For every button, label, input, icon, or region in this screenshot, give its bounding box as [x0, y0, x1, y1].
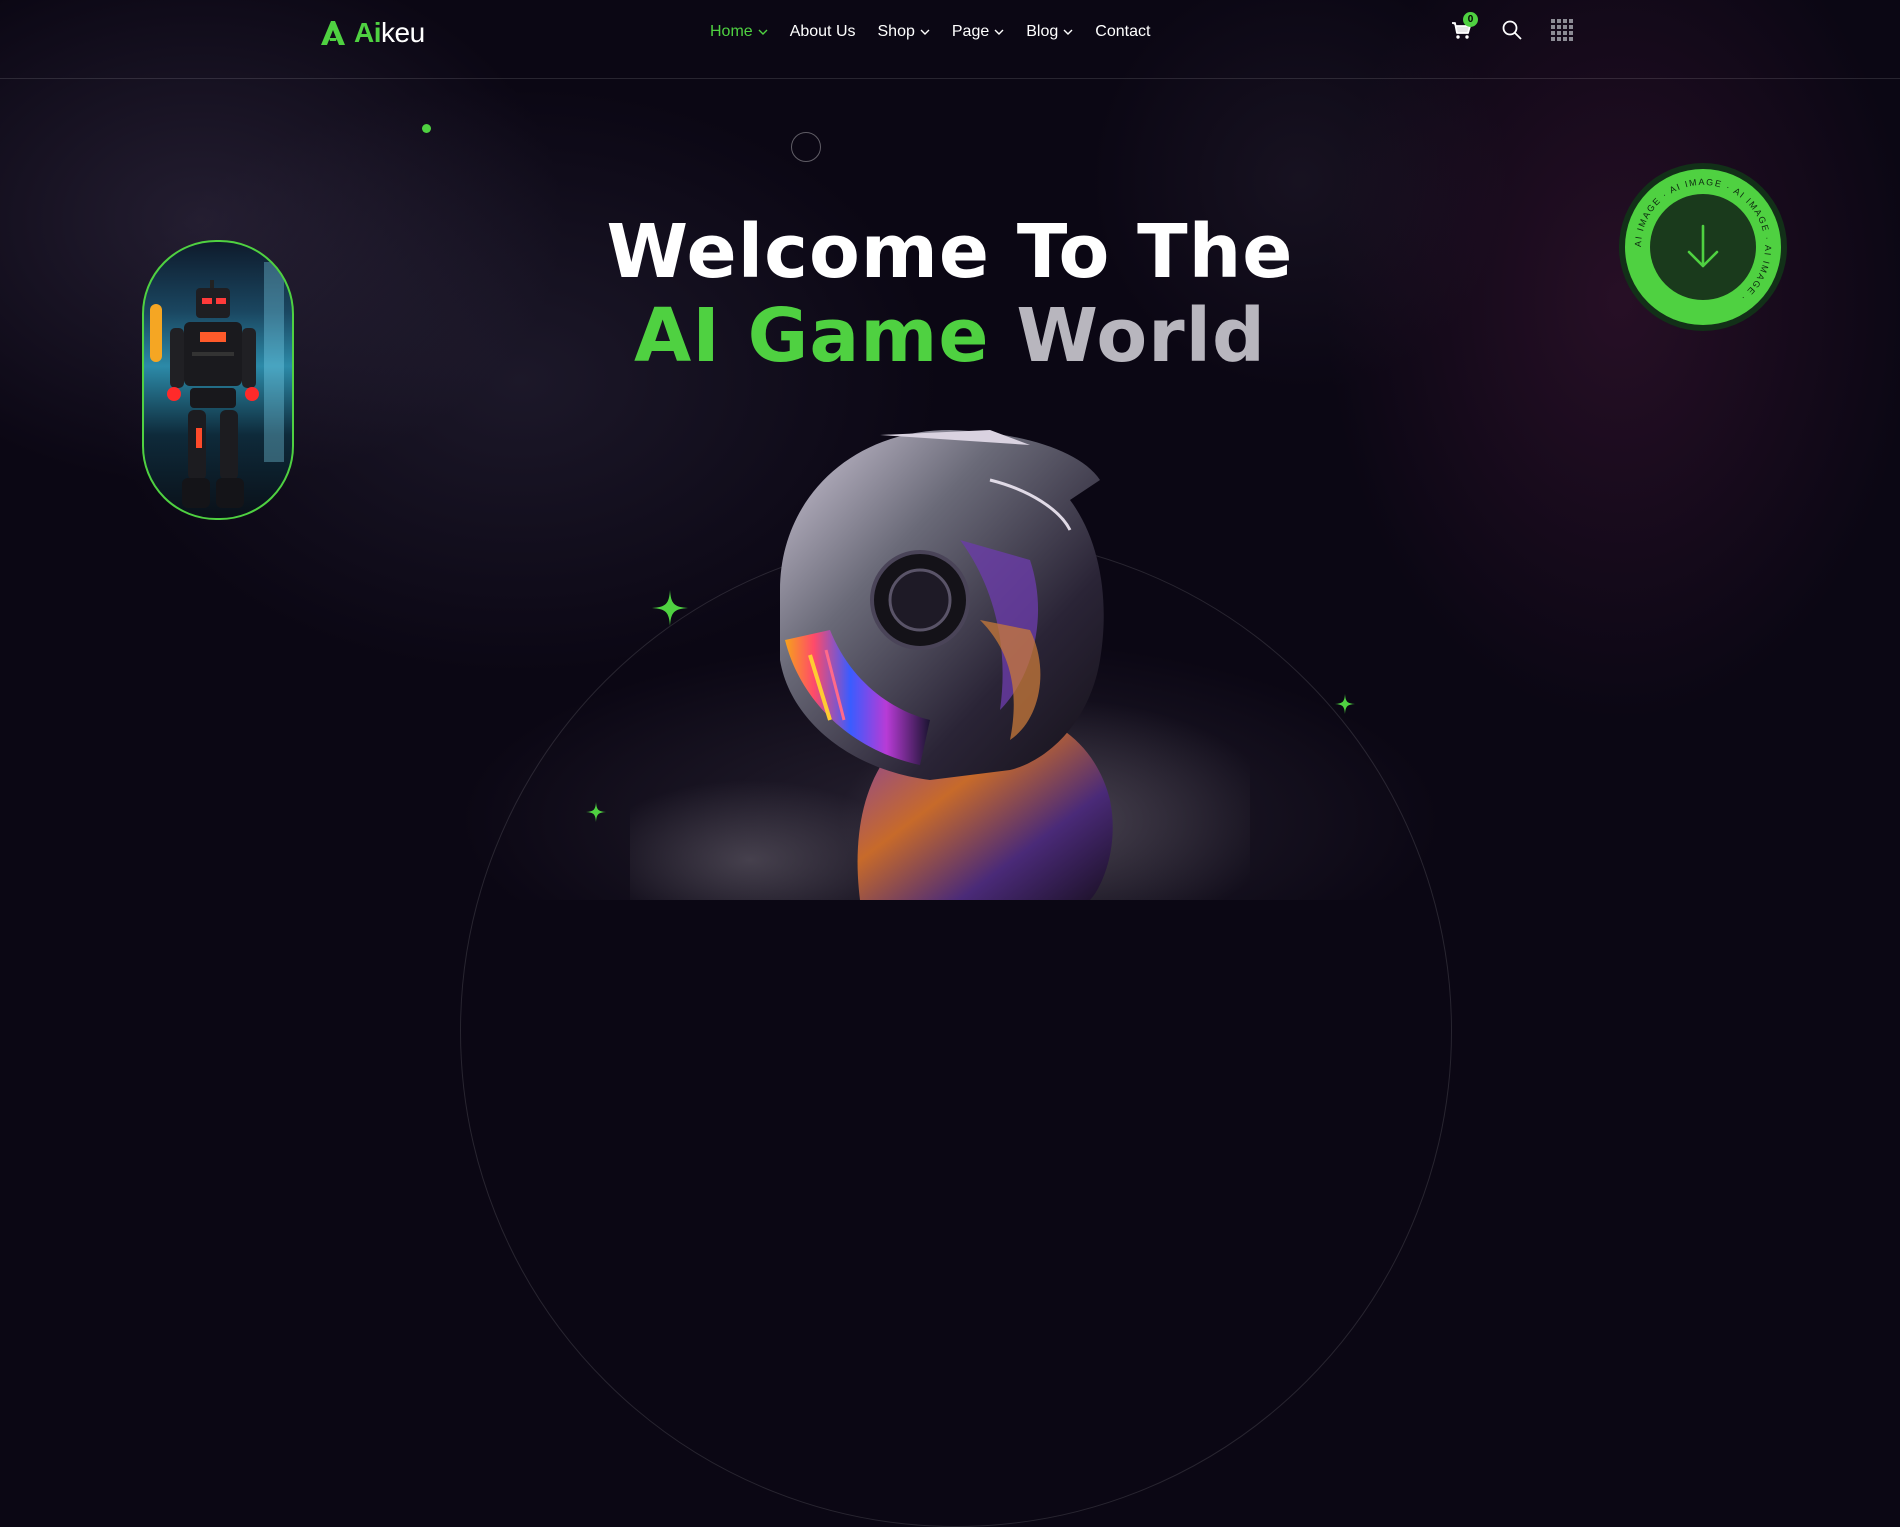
- nav-item-contact[interactable]: Contact: [1095, 23, 1150, 41]
- hero-title-line2: AI Game World: [0, 294, 1900, 378]
- ai-helmet-figure-image: [630, 430, 1250, 900]
- hero-title: Welcome To The AI Game World: [0, 210, 1900, 378]
- nav-item-shop[interactable]: Shop: [878, 23, 930, 41]
- scroll-down-badge[interactable]: AI IMAGE · AI IMAGE · AI IMAGE · AI IMAG…: [1618, 162, 1788, 332]
- grid-menu-button[interactable]: [1550, 18, 1574, 42]
- site-header: Aikeu Home About Us Shop Page Blog Conta…: [0, 0, 1900, 79]
- nav-item-label: Page: [951, 23, 990, 40]
- grid-menu-icon: [1551, 19, 1573, 41]
- sparkle-icon: [1335, 694, 1355, 714]
- chevron-down-icon: [994, 29, 1004, 35]
- logo-mark-icon: [321, 21, 345, 45]
- nav-item-label: Shop: [877, 23, 915, 40]
- nav-item-blog[interactable]: Blog: [1026, 23, 1073, 41]
- decorative-dot: [422, 124, 431, 133]
- nav-item-label: About Us: [789, 23, 856, 40]
- nav-item-label: Contact: [1095, 23, 1151, 40]
- header-actions: 0: [1450, 12, 1574, 42]
- nav-item-label: Blog: [1026, 23, 1059, 40]
- hero-title-world: World: [1016, 293, 1266, 379]
- logo-text: Aikeu: [354, 17, 425, 49]
- arrow-down-icon: [1687, 224, 1719, 268]
- logo-text-rest: keu: [381, 17, 425, 48]
- nav-item-home[interactable]: Home: [710, 23, 768, 41]
- nav-item-page[interactable]: Page: [952, 23, 1004, 41]
- cart-button[interactable]: 0: [1450, 12, 1478, 42]
- nav-item-about-us[interactable]: About Us: [790, 23, 856, 41]
- search-icon: [1502, 20, 1522, 40]
- hero-title-line1: Welcome To The: [606, 209, 1294, 295]
- hero-title-highlight: AI Game: [634, 293, 990, 379]
- nav-item-label: Home: [710, 23, 753, 40]
- logo[interactable]: Aikeu: [318, 16, 425, 50]
- logo-text-accent: Ai: [354, 17, 382, 48]
- chevron-down-icon: [1063, 29, 1073, 35]
- chevron-down-icon: [920, 29, 930, 35]
- main-nav: Home About Us Shop Page Blog Contact: [710, 20, 1150, 44]
- cart-count-badge: 0: [1463, 12, 1478, 27]
- chevron-down-icon: [758, 29, 768, 35]
- search-button[interactable]: [1500, 18, 1524, 42]
- sparkle-icon: [586, 802, 606, 822]
- decorative-ring: [791, 132, 821, 162]
